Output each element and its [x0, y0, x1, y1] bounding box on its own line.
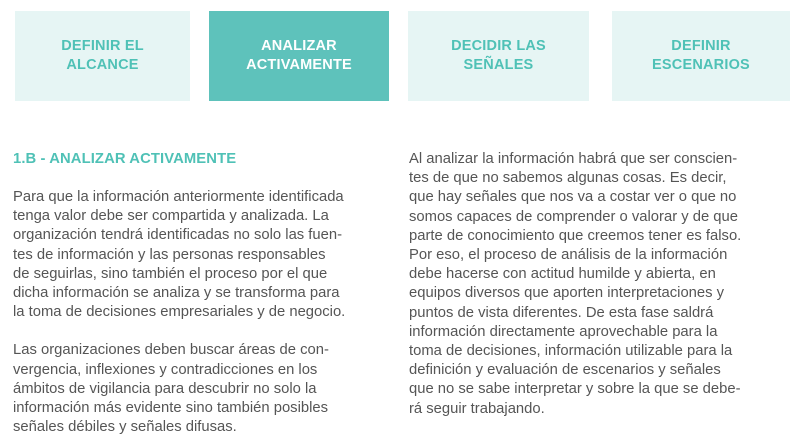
section-heading: 1.B - ANALIZAR ACTIVAMENTE	[13, 151, 237, 167]
tab-definir-alcance[interactable]: DEFINIR EL ALCANCE	[15, 11, 190, 101]
text-line: puntos de vista diferentes. De esta fase…	[409, 304, 714, 321]
tab-definir-escenarios[interactable]: DEFINIR ESCENARIOS	[612, 11, 790, 101]
tab-analizar-activamente[interactable]: ANALIZAR ACTIVAMENTE	[209, 11, 389, 101]
text-line: equipos diversos que aporten interpretac…	[409, 285, 725, 302]
text-line: debe hacerse con actitud humilde y abier…	[409, 266, 716, 283]
tab-label: ANALIZAR ACTIVAMENTE	[246, 38, 352, 73]
text-line: señales débiles y señales difusas.	[13, 419, 237, 436]
text-line: rá seguir trabajando.	[409, 400, 545, 417]
paragraph-information-analysis: Para que la información anteriormente id…	[13, 188, 395, 322]
left-column: 1.B - ANALIZAR ACTIVAMENTE Para que la i…	[13, 150, 395, 437]
tab-label: DEFINIR ESCENARIOS	[652, 38, 750, 73]
text-line: Al analizar la información habrá que ser…	[409, 151, 738, 167]
paragraph-convergence-areas: Las organizaciones deben buscar áreas de…	[13, 341, 395, 437]
text-line: la toma de decisiones empresariales y de…	[13, 304, 346, 321]
text-line: Las organizaciones deben buscar áreas de…	[13, 342, 329, 359]
text-line: que no se sabe interpretar y sobre la qu…	[409, 381, 741, 398]
tab-label: DECIDIR LAS SEÑALES	[451, 38, 546, 73]
text-line: toma de decisiones, información utilizab…	[409, 343, 733, 360]
text-line: Por eso, el proceso de análisis de la in…	[409, 247, 728, 264]
text-line: dicha información se analiza y se transf…	[13, 285, 340, 302]
text-line: vergencia, inflexiones y contradicciones…	[13, 361, 318, 378]
text-line: que hay señales que nos va a costar ver …	[409, 189, 737, 206]
text-line: tes de que no sabemos algunas cosas. Es …	[409, 170, 727, 187]
text-line: organización tendrá identificadas no sol…	[13, 227, 343, 244]
text-line: información más evidente sino también po…	[13, 400, 329, 417]
text-line: información directamente aprovechable pa…	[409, 323, 718, 340]
tab-label: DEFINIR EL ALCANCE	[61, 38, 144, 73]
text-line: de seguirlas, sino también el proceso po…	[13, 265, 328, 282]
process-steps-nav: DEFINIR EL ALCANCE ANALIZAR ACTIVAMENTE …	[0, 11, 812, 101]
text-line: tenga valor debe ser compartida y analiz…	[13, 208, 329, 225]
right-column: Al analizar la información habrá que ser…	[409, 150, 794, 419]
text-line: somos capaces de comprender o valorar y …	[409, 208, 738, 225]
paragraph-analysis-awareness: Al analizar la información habrá que ser…	[409, 150, 794, 419]
text-line: ámbitos de vigilancia para descubrir no …	[13, 380, 317, 397]
text-line: definición y evaluación de escenarios y …	[409, 362, 721, 379]
tab-decidir-senales[interactable]: DECIDIR LAS SEÑALES	[408, 11, 589, 101]
text-line: Para que la información anteriormente id…	[13, 189, 344, 205]
text-line: tes de información y las personas respon…	[13, 246, 326, 263]
text-line: parte de conocimiento que creemos tener …	[409, 227, 742, 244]
